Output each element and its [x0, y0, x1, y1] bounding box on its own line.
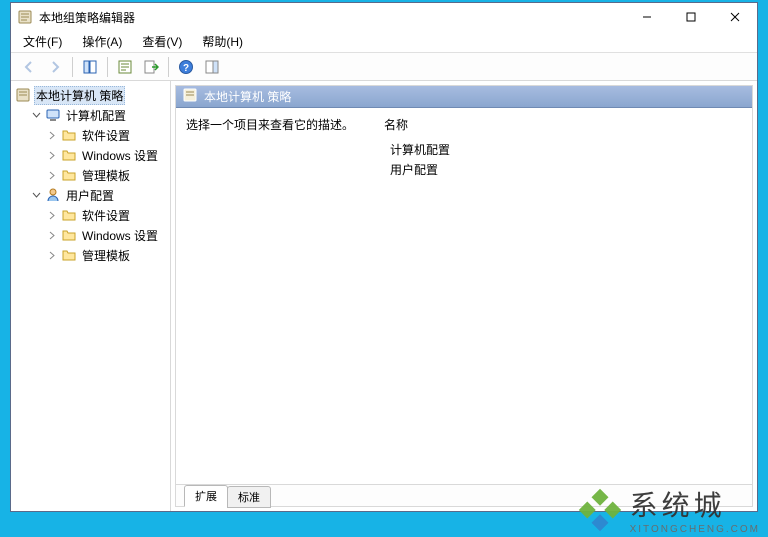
folder-icon: [61, 207, 77, 223]
tabstrip: 扩展 标准: [176, 484, 752, 506]
tree-node-admin-templates[interactable]: 管理模板: [45, 245, 170, 265]
properties-icon: [117, 59, 133, 75]
export-list-button[interactable]: [139, 56, 163, 78]
content-title: 本地计算机 策略: [204, 88, 291, 105]
show-hide-action-pane-button[interactable]: [200, 56, 224, 78]
show-hide-tree-icon: [82, 59, 98, 75]
minimize-button[interactable]: [625, 3, 669, 31]
expand-toggle[interactable]: [47, 170, 58, 181]
chevron-right-icon: [48, 251, 57, 260]
watermark-url: XITONGCHENG.COM: [630, 524, 760, 535]
tree-label: 计算机配置: [64, 106, 128, 125]
tree-node-software-settings[interactable]: 软件设置: [45, 205, 170, 225]
tree-label: 管理模板: [80, 246, 132, 265]
computer-icon: [45, 107, 61, 123]
expand-toggle[interactable]: [47, 210, 58, 221]
tree-node-windows-settings[interactable]: Windows 设置: [45, 145, 170, 165]
list-item-label: 计算机配置: [390, 141, 450, 158]
expand-toggle[interactable]: [47, 130, 58, 141]
tree-label: 用户配置: [64, 186, 116, 205]
chevron-right-icon: [48, 151, 57, 160]
tree-root-label: 本地计算机 策略: [34, 86, 125, 105]
description-column: 选择一个项目来查看它的描述。: [186, 116, 366, 476]
list-column: 名称 计算机配置 用户配置: [384, 116, 742, 476]
help-icon: ?: [178, 59, 194, 75]
close-button[interactable]: [713, 3, 757, 31]
content-pane: 本地计算机 策略 选择一个项目来查看它的描述。 名称 计算机配置: [175, 85, 753, 507]
expand-toggle[interactable]: [31, 110, 42, 121]
expand-toggle[interactable]: [31, 190, 42, 201]
folder-icon: [61, 167, 77, 183]
app-icon: [17, 9, 33, 25]
chevron-right-icon: [48, 211, 57, 220]
properties-button[interactable]: [113, 56, 137, 78]
window-title: 本地组策略编辑器: [39, 9, 625, 26]
toolbar: ?: [11, 53, 757, 81]
minimize-icon: [642, 12, 652, 22]
chevron-right-icon: [48, 231, 57, 240]
tree-node-software-settings[interactable]: 软件设置: [45, 125, 170, 145]
tree-label: 软件设置: [80, 126, 132, 145]
show-hide-tree-button[interactable]: [78, 56, 102, 78]
separator: [168, 57, 169, 77]
tree-node-computer-config[interactable]: 计算机配置: [29, 105, 170, 125]
separator: [72, 57, 73, 77]
show-hide-action-pane-icon: [204, 59, 220, 75]
chevron-down-icon: [32, 191, 41, 200]
list-item-user-config[interactable]: 用户配置: [384, 159, 742, 179]
window-controls: [625, 3, 757, 31]
maximize-icon: [686, 12, 696, 22]
tree-label: 软件设置: [80, 206, 132, 225]
svg-text:?: ?: [183, 63, 189, 74]
chevron-down-icon: [32, 111, 41, 120]
menu-view[interactable]: 查看(V): [138, 31, 186, 52]
tree-label: 管理模板: [80, 166, 132, 185]
forward-arrow-icon: [47, 59, 63, 75]
tree-label: Windows 设置: [80, 226, 160, 245]
user-icon: [45, 187, 61, 203]
back-arrow-icon: [21, 59, 37, 75]
tree-node-windows-settings[interactable]: Windows 设置: [45, 225, 170, 245]
tree-pane[interactable]: 本地计算机 策略 计算机配置: [11, 81, 171, 511]
titlebar: 本地组策略编辑器: [11, 3, 757, 31]
content-header: 本地计算机 策略: [176, 86, 752, 108]
export-list-icon: [143, 59, 159, 75]
tree-node-admin-templates[interactable]: 管理模板: [45, 165, 170, 185]
back-button[interactable]: [17, 56, 41, 78]
policy-icon: [182, 87, 198, 106]
menu-help[interactable]: 帮助(H): [198, 31, 247, 52]
chevron-right-icon: [48, 171, 57, 180]
body: 本地计算机 策略 计算机配置: [11, 81, 757, 511]
maximize-button[interactable]: [669, 3, 713, 31]
folder-icon: [61, 127, 77, 143]
policy-icon: [15, 87, 31, 103]
tab-extended[interactable]: 扩展: [184, 485, 228, 507]
menu-action[interactable]: 操作(A): [78, 31, 126, 52]
help-button[interactable]: ?: [174, 56, 198, 78]
expand-toggle[interactable]: [47, 250, 58, 261]
close-icon: [730, 12, 740, 22]
list-item-label: 用户配置: [390, 161, 438, 178]
forward-button[interactable]: [43, 56, 67, 78]
tree-label: Windows 设置: [80, 146, 160, 165]
separator: [107, 57, 108, 77]
content-body: 选择一个项目来查看它的描述。 名称 计算机配置 用户配置: [176, 108, 752, 484]
expand-toggle[interactable]: [47, 150, 58, 161]
list-item-computer-config[interactable]: 计算机配置: [384, 139, 742, 159]
menu-file[interactable]: 文件(F): [19, 31, 66, 52]
tree-node-user-config[interactable]: 用户配置: [29, 185, 170, 205]
menubar: 文件(F) 操作(A) 查看(V) 帮助(H): [11, 31, 757, 53]
expand-toggle[interactable]: [47, 230, 58, 241]
tree-root-node[interactable]: 本地计算机 策略: [13, 85, 170, 105]
tab-standard[interactable]: 标准: [227, 486, 271, 508]
app-window: 本地组策略编辑器 文件(F) 操作(A) 查看(V) 帮助(H): [10, 2, 758, 512]
description-text: 选择一个项目来查看它的描述。: [186, 116, 366, 133]
folder-icon: [61, 147, 77, 163]
chevron-right-icon: [48, 131, 57, 140]
folder-icon: [61, 247, 77, 263]
folder-icon: [61, 227, 77, 243]
column-name-header[interactable]: 名称: [384, 116, 742, 133]
